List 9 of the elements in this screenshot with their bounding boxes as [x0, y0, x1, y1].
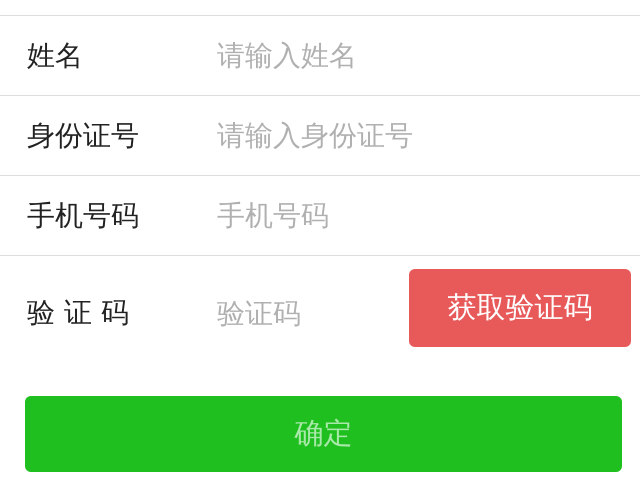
input-field[interactable]: 验证码 — [217, 296, 409, 330]
input-field[interactable]: 请输入身份证号 — [217, 119, 640, 152]
field-label: 身份证号 — [27, 118, 140, 154]
input-field[interactable]: 手机号码 — [217, 199, 640, 232]
field-label: 手机号码 — [27, 198, 140, 234]
field-label: 姓名 — [27, 38, 84, 74]
get-code-button[interactable]: 获取验证码 — [409, 269, 631, 347]
input-field[interactable]: 请输入姓名 — [217, 39, 640, 72]
field-label: 验 证 码 — [27, 295, 130, 331]
